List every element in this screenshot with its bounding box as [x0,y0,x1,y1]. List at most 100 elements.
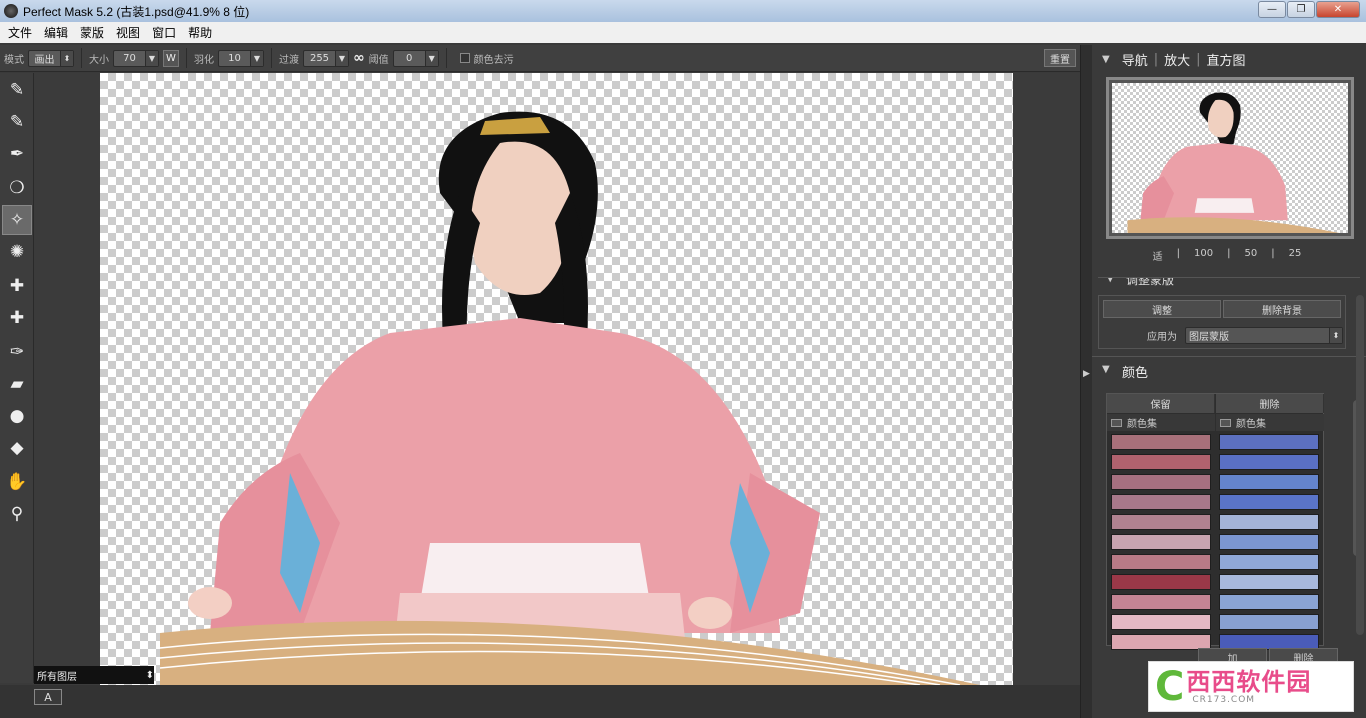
fill-bucket-icon[interactable]: ◆ [2,433,32,463]
separator [271,48,272,68]
title-bar: Perfect Mask 5.2 (古装1.psd@41.9% 8 位) — ❐… [0,0,1366,22]
feather-value: 10 [228,52,241,64]
mode-select[interactable]: 画出 ⬍ [28,49,74,67]
keep-color-set-row[interactable]: 颜色集 [1107,414,1215,431]
threshold-label: 阈值 [368,54,389,66]
link-icon[interactable]: ∞ [353,50,365,66]
drop-color-set-row[interactable]: 颜色集 [1216,414,1324,431]
tab-navigator[interactable]: 导航 [1122,50,1148,69]
drop-brush-icon[interactable]: ✎ [2,107,32,137]
drop-color-swatch[interactable] [1219,574,1319,590]
watermark-logo: C 西西软件园 CR173.COM [1148,661,1354,712]
keep-color-swatch[interactable] [1111,574,1211,590]
keep-color-swatch[interactable] [1111,514,1211,530]
decontaminate-label: 颜色去污 [473,54,514,66]
separator [445,48,447,68]
toggle-icon[interactable] [1111,418,1122,427]
keep-color-swatch[interactable] [1111,474,1211,490]
reset-button[interactable]: 重置 [1044,49,1076,67]
tab-histogram[interactable]: 直方图 [1207,50,1246,69]
keep-eyedropper-icon[interactable]: ✚ [2,271,32,301]
keep-color-swatch[interactable] [1111,554,1211,570]
navigator-thumbnail[interactable] [1106,77,1354,239]
zoom-50[interactable]: 50 [1245,248,1258,268]
keep-column-header: 保留 [1107,394,1215,413]
drop-color-swatch[interactable] [1219,494,1319,510]
keep-color-swatch[interactable] [1111,454,1211,470]
separator [186,48,187,68]
size-label: 大小 [89,54,109,66]
right-panel: ▼ 导航 | 放大 | 直方图 适 | 100 | 50 | 25 ▼ 调整蒙版 [1092,45,1366,718]
drop-color-swatch[interactable] [1219,454,1319,470]
watermark-brand: 西西软件园 [1186,667,1312,696]
zoom-25[interactable]: 25 [1289,248,1302,268]
magic-wand-brush-icon[interactable]: ✧ [2,205,32,235]
menu-bar: 文件 编辑 蒙版 视图 窗口 帮助 [0,22,1366,43]
keep-color-swatch[interactable] [1111,534,1211,550]
triangle-down-icon[interactable]: ▼ [1102,364,1110,375]
zoom-fit[interactable]: 适 [1153,248,1163,268]
menu-file[interactable]: 文件 [2,24,38,41]
triangle-down-icon[interactable]: ▼ [1102,54,1110,65]
keep-color-swatch[interactable] [1111,494,1211,510]
drop-color-swatch[interactable] [1219,434,1319,450]
menu-window[interactable]: 窗口 [146,24,182,41]
panel-scrollbar[interactable] [1356,295,1364,635]
layer-select[interactable]: 所有图层 ⬍ [34,666,154,684]
zoom-separator: | [1227,248,1231,259]
keep-color-swatch[interactable] [1111,634,1211,650]
hand-icon[interactable]: ✋ [2,467,32,497]
menu-edit[interactable]: 编辑 [38,24,74,41]
options-bar: 模式 画出 ⬍ 大小 70 ▼ W 羽化 10 ▼ 过渡 255 ▼ ∞ 阈值 0 ▼ 颜… [0,45,1086,72]
panel-collapse-strip[interactable]: ▶ [1080,45,1092,718]
drop-color-swatch[interactable] [1219,554,1319,570]
close-button[interactable]: ✕ [1316,1,1360,18]
splatter-icon[interactable]: ✺ [2,237,32,267]
apply-as-select[interactable]: 图层蒙版 ⬍ [1185,326,1343,344]
drop-eyedropper-icon[interactable]: ✚ [2,303,32,333]
tab-zoom[interactable]: 放大 [1164,50,1190,69]
drop-color-swatch[interactable] [1219,594,1319,610]
zoom-icon[interactable]: ⚲ [2,499,32,529]
menu-mask[interactable]: 蒙版 [74,24,110,41]
image-canvas[interactable] [100,73,1013,685]
threshold-select[interactable]: 0 ▼ [392,49,439,67]
eraser-icon[interactable]: ▰ [2,369,32,399]
transition-label: 过渡 [279,54,299,66]
remove-background-button[interactable]: 删除背景 [1223,300,1341,318]
canvas-area[interactable] [34,73,1080,685]
chevron-down-icon: ▼ [250,50,263,66]
menu-view[interactable]: 视图 [110,24,146,41]
size-select[interactable]: 70 ▼ [113,49,159,67]
collapse-arrow-icon[interactable]: ▶ [1083,369,1090,379]
drop-color-swatch[interactable] [1219,474,1319,490]
apply-as-label: 应用为 [1147,331,1177,343]
drop-color-swatch[interactable] [1219,614,1319,630]
keep-color-swatch[interactable] [1111,434,1211,450]
triangle-down-icon[interactable]: ▼ [1106,278,1114,284]
color-sets-panel: 保留 删除 颜色集 颜色集 [1106,393,1324,650]
transition-select[interactable]: 255 ▼ [303,49,349,67]
restore-button[interactable]: ❐ [1287,1,1315,18]
feather-select[interactable]: 10 ▼ [218,49,264,67]
zoom-100[interactable]: 100 [1194,248,1213,268]
toggle-icon[interactable] [1220,418,1231,427]
chevron-down-icon: ▼ [335,50,348,66]
decontaminate-checkbox[interactable] [459,53,470,63]
adjust-mask-title: 调整蒙版 [1126,277,1175,287]
keep-brush-icon[interactable]: ✎ [2,75,32,105]
adjust-button[interactable]: 调整 [1103,300,1221,318]
mode-label: 模式 [4,54,24,66]
drop-color-swatch[interactable] [1219,534,1319,550]
keep-color-icon[interactable]: ❍ [2,173,32,203]
magic-brush-icon[interactable]: ✒ [2,139,32,169]
keep-color-swatch[interactable] [1111,614,1211,630]
w-button[interactable]: W [163,49,179,67]
blur-drop-icon[interactable]: ● [2,401,32,431]
minimize-button[interactable]: — [1258,1,1286,18]
drop-color-swatch[interactable] [1219,514,1319,530]
a-button[interactable]: A [34,689,62,705]
pen-icon[interactable]: ✑ [2,337,32,367]
menu-help[interactable]: 帮助 [182,24,218,41]
keep-color-swatch[interactable] [1111,594,1211,610]
